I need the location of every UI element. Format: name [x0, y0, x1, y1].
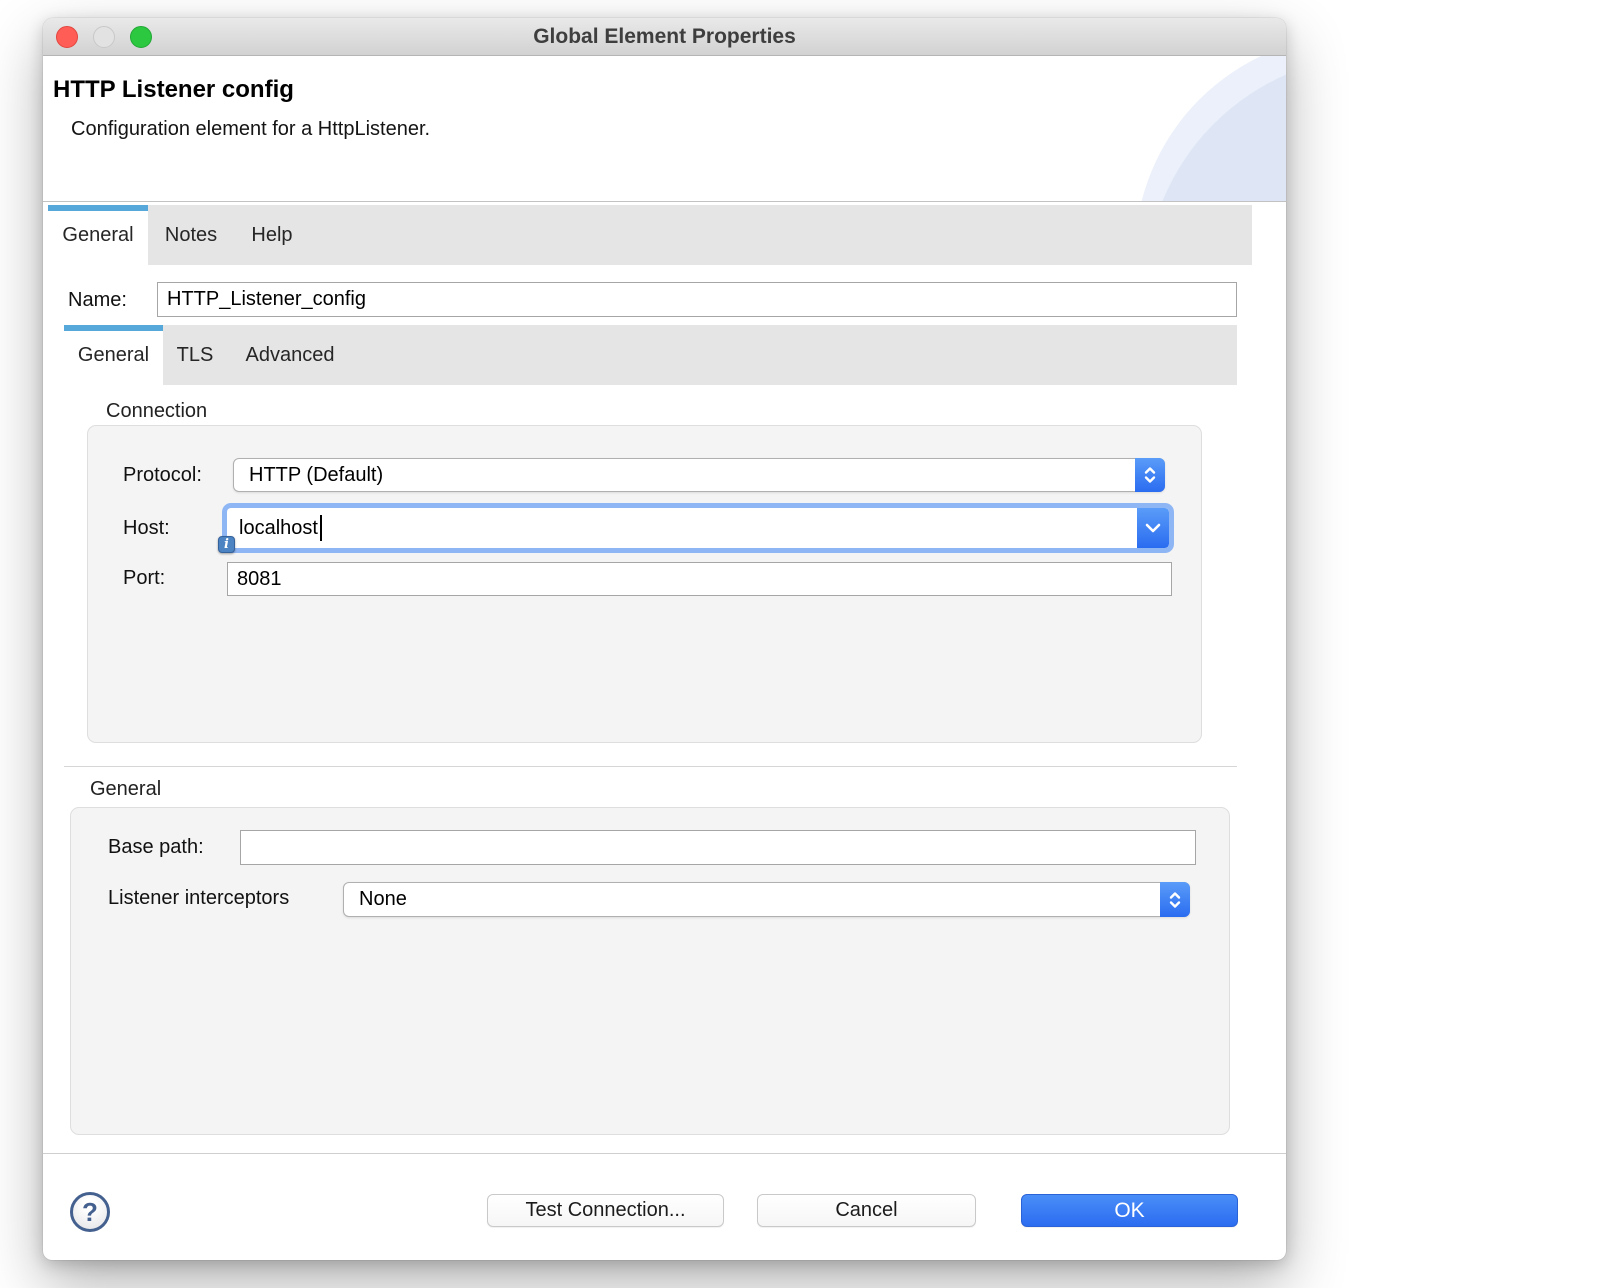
- window-title: Global Element Properties: [43, 18, 1286, 55]
- ok-button[interactable]: OK: [1021, 1194, 1238, 1227]
- host-dropdown-chevron-icon[interactable]: [1137, 508, 1169, 548]
- base-path-label: Base path:: [108, 835, 204, 859]
- inner-tab-bar: General TLS Advanced: [64, 325, 1237, 385]
- subtab-advanced[interactable]: Advanced: [227, 325, 353, 385]
- tab-general[interactable]: General: [48, 205, 148, 265]
- tab-help-label: Help: [251, 224, 292, 247]
- dialog-description: Configuration element for a HttpListener…: [71, 118, 430, 141]
- outer-tab-bar: General Notes Help: [48, 205, 1252, 265]
- cancel-button[interactable]: Cancel: [757, 1194, 976, 1227]
- listener-interceptors-label: Listener interceptors: [108, 886, 289, 910]
- listener-interceptors-value: None: [344, 888, 407, 911]
- tab-general-label: General: [62, 224, 133, 247]
- protocol-stepper-icon[interactable]: [1135, 458, 1165, 492]
- protocol-label: Protocol:: [123, 463, 202, 487]
- tab-help[interactable]: Help: [234, 205, 310, 265]
- host-value: localhost: [227, 517, 318, 540]
- subtab-advanced-label: Advanced: [246, 344, 335, 367]
- subtab-tls-label: TLS: [177, 344, 214, 367]
- host-combo-focus-ring: localhost: [222, 503, 1174, 553]
- info-icon[interactable]: i: [218, 536, 235, 553]
- base-path-input[interactable]: [240, 830, 1196, 865]
- test-connection-button[interactable]: Test Connection...: [487, 1194, 724, 1227]
- title-bar: Global Element Properties: [43, 18, 1286, 56]
- tab-notes-label: Notes: [165, 224, 217, 247]
- protocol-value: HTTP (Default): [234, 464, 383, 487]
- listener-interceptors-stepper-icon[interactable]: [1160, 882, 1190, 917]
- port-input[interactable]: [227, 562, 1172, 596]
- tab-notes[interactable]: Notes: [148, 205, 234, 265]
- name-label: Name:: [68, 288, 127, 312]
- connection-group-label: Connection: [106, 400, 207, 423]
- dialog-heading: HTTP Listener config: [53, 76, 294, 104]
- dialog-header: HTTP Listener config Configuration eleme…: [43, 56, 1286, 202]
- help-button[interactable]: ?: [70, 1192, 110, 1232]
- protocol-dropdown[interactable]: HTTP (Default): [233, 458, 1165, 492]
- global-element-properties-dialog: Global Element Properties HTTP Listener …: [43, 18, 1286, 1260]
- port-label: Port:: [123, 566, 165, 590]
- name-input[interactable]: [157, 282, 1237, 317]
- host-label: Host:: [123, 516, 170, 540]
- subtab-tls[interactable]: TLS: [163, 325, 227, 385]
- general-group-label: General: [90, 778, 161, 801]
- listener-interceptors-dropdown[interactable]: None: [343, 882, 1190, 917]
- host-combo[interactable]: localhost: [227, 508, 1169, 548]
- footer-separator: [43, 1153, 1286, 1154]
- subtab-general-label: General: [78, 344, 149, 367]
- subtab-general[interactable]: General: [64, 325, 163, 385]
- text-cursor: [320, 515, 322, 541]
